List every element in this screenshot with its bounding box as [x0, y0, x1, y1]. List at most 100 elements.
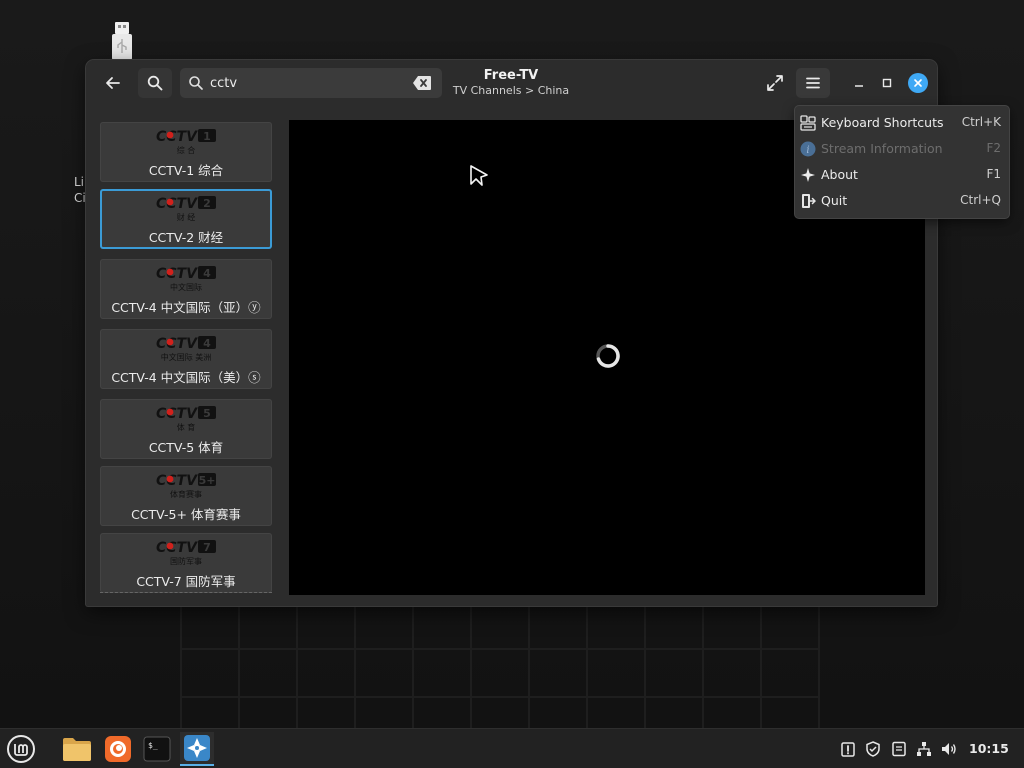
svg-text:CCTV: CCTV	[156, 266, 198, 282]
svg-text:CCTV: CCTV	[156, 473, 198, 489]
svg-text:体 育: 体 育	[177, 422, 196, 432]
channel-list[interactable]: CCTV 1 综 合 CCTV-1 综合 CCTV 2 财 经 CCTV-2 财经 CCTV 4 中…	[96, 120, 276, 595]
hamburger-menu-icon	[806, 77, 820, 89]
minimize-icon	[855, 85, 863, 87]
svg-text:i: i	[806, 145, 809, 156]
svg-text:7: 7	[203, 541, 211, 554]
svg-text:2: 2	[203, 197, 211, 210]
close-button[interactable]	[908, 73, 928, 93]
firefox-icon	[105, 736, 131, 762]
cctv-logo-icon: CCTV 1 综 合	[156, 129, 216, 155]
usb-drive-icon[interactable]	[110, 22, 134, 60]
volume-icon[interactable]	[941, 741, 957, 757]
start-menu-button[interactable]	[4, 732, 38, 766]
taskbar-firefox-button[interactable]	[101, 732, 135, 766]
fullscreen-button[interactable]	[758, 68, 792, 98]
terminal-icon: $_	[143, 736, 171, 762]
svg-text:CCTV: CCTV	[156, 406, 198, 422]
cctv-logo-icon: CCTV 7国防军事	[156, 540, 216, 566]
network-icon[interactable]	[916, 741, 932, 757]
svg-text:5: 5	[203, 407, 211, 420]
cctv-logo-icon: CCTV 2 财 经	[156, 196, 216, 222]
window-title-block: Free-TV TV Channels > China	[426, 68, 596, 98]
taskbar-files-button[interactable]	[60, 732, 94, 766]
close-icon	[914, 79, 922, 87]
menu-item-keyboard-shortcuts[interactable]: Keyboard Shortcuts Ctrl+K	[795, 110, 1009, 136]
search-input[interactable]	[210, 73, 400, 93]
channel-item[interactable]: CCTV 1 综 合 CCTV-1 综合	[100, 122, 272, 182]
fullscreen-icon	[767, 75, 783, 91]
channel-item[interactable]: CCTV 2 财 经 CCTV-2 财经	[100, 189, 272, 249]
update-manager-icon[interactable]	[840, 741, 856, 757]
desktop-wallpaper-grid	[180, 600, 820, 728]
shield-icon[interactable]	[865, 741, 881, 757]
minimize-button[interactable]	[850, 74, 868, 92]
info-icon: i	[800, 141, 816, 157]
list-scroll-edge	[100, 592, 272, 593]
menu-accelerator: Ctrl+Q	[960, 193, 1001, 207]
taskbar-terminal-button[interactable]: $_	[140, 732, 174, 766]
cctv-logo-icon: CCTV 5+ 体育赛事	[156, 473, 216, 499]
loading-spinner-icon	[596, 344, 620, 368]
svg-text:CCTV: CCTV	[156, 129, 198, 145]
channel-label: CCTV-4 中文国际（亚）ⓨ	[111, 300, 261, 315]
svg-text:4: 4	[203, 267, 211, 280]
svg-text:$_: $_	[148, 741, 158, 750]
channel-label: CCTV-5+ 体育赛事	[131, 507, 241, 522]
svg-text:体育赛事: 体育赛事	[170, 489, 202, 499]
channel-label: CCTV-2 财经	[148, 230, 224, 245]
taskbar-freetv-button[interactable]	[180, 732, 214, 766]
menu-label: Keyboard Shortcuts	[821, 115, 944, 130]
menu-accelerator: F2	[986, 141, 1001, 155]
main-menu-button[interactable]	[796, 68, 830, 98]
channel-item[interactable]: CCTV 4 中文国际 美洲 CCTV-4 中文国际（美）ⓢ	[100, 329, 272, 389]
window-subtitle: TV Channels > China	[452, 84, 570, 97]
cctv-logo-icon: CCTV 4中文国际	[156, 266, 216, 292]
search-toggle-button[interactable]	[138, 68, 172, 98]
header-bar: Free-TV TV Channels > China	[86, 60, 937, 106]
menu-item-about[interactable]: About F1	[795, 162, 1009, 188]
svg-text:CCTV: CCTV	[156, 540, 198, 556]
mint-menu-icon	[7, 735, 35, 763]
channel-item[interactable]: CCTV 5+ 体育赛事 CCTV-5+ 体育赛事	[100, 466, 272, 526]
svg-text:国防军事: 国防军事	[170, 556, 202, 566]
channel-label: CCTV-5 体育	[148, 440, 224, 455]
svg-text:CCTV: CCTV	[156, 196, 198, 212]
svg-text:综 合: 综 合	[177, 145, 196, 155]
svg-text:5+: 5+	[199, 474, 216, 487]
keyboard-shortcuts-icon	[800, 115, 816, 131]
channel-item[interactable]: CCTV 4 中文国际 CCTV-4 中文国际（亚）ⓨ	[100, 259, 272, 319]
menu-accelerator: Ctrl+K	[961, 115, 1001, 129]
channel-item[interactable]: CCTV 5 体 育 CCTV-5 体育	[100, 399, 272, 459]
about-icon	[801, 168, 815, 182]
svg-text:财 经: 财 经	[177, 212, 196, 222]
maximize-icon	[882, 78, 892, 88]
arrow-left-icon	[106, 77, 120, 89]
menu-item-quit[interactable]: Quit Ctrl+Q	[795, 188, 1009, 214]
search-icon	[189, 76, 203, 90]
freetv-icon	[184, 735, 210, 761]
main-menu-popover: Keyboard Shortcuts Ctrl+K i Stream Infor…	[795, 106, 1009, 218]
back-button[interactable]	[96, 68, 130, 98]
cctv-logo-icon: CCTV 4 中文国际 美洲	[156, 336, 216, 362]
mouse-pointer-icon	[470, 165, 488, 186]
menu-label: About	[821, 167, 858, 182]
search-entry[interactable]	[180, 68, 442, 98]
channel-label: CCTV-7 国防军事	[136, 574, 236, 589]
taskbar: $_ 10:15	[0, 728, 1024, 768]
channel-item[interactable]: CCTV 7 国防军事 CCTV-7 国防军事	[100, 533, 272, 593]
svg-text:CCTV: CCTV	[156, 336, 198, 352]
menu-item-stream-information: i Stream Information F2	[795, 136, 1009, 162]
window-title: Free-TV	[483, 68, 539, 83]
search-icon	[147, 75, 163, 91]
menu-label: Quit	[821, 193, 848, 208]
svg-text:中文国际: 中文国际	[170, 282, 202, 292]
clock[interactable]: 10:15	[969, 741, 1009, 756]
channel-label: CCTV-1 综合	[148, 163, 224, 178]
channel-label: CCTV-4 中文国际（美）ⓢ	[111, 370, 261, 385]
svg-text:中文国际 美洲: 中文国际 美洲	[161, 352, 212, 362]
files-icon	[63, 738, 91, 761]
svg-text:1: 1	[203, 130, 211, 143]
maximize-button[interactable]	[878, 74, 896, 92]
notes-icon[interactable]	[891, 741, 907, 757]
